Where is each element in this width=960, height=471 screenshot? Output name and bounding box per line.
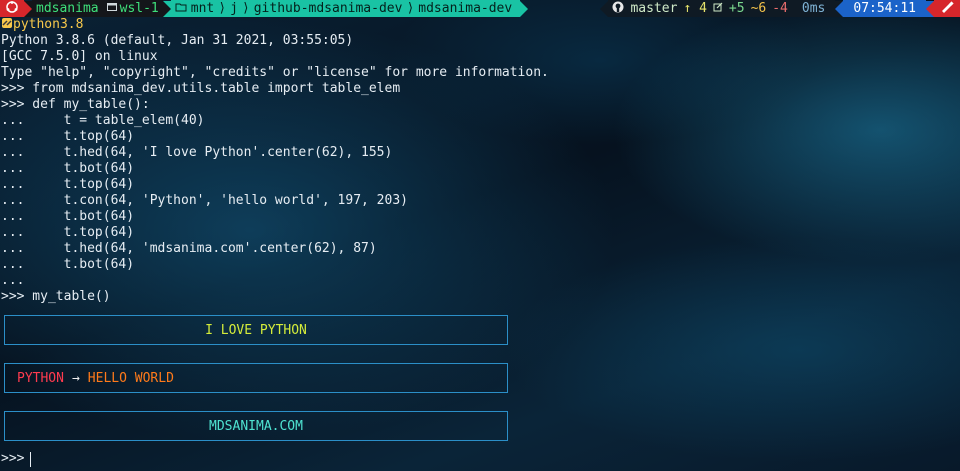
terminal-line: ... t.top(64) — [1, 225, 135, 240]
battery-segment — [934, 0, 960, 17]
clock: 07:54:11 — [853, 1, 916, 16]
terminal-line: ... t.top(64) — [1, 177, 135, 192]
terminal-line: ... t.top(64) — [1, 129, 135, 144]
segment-separator — [162, 0, 171, 17]
terminal-line: [GCC 7.5.0] on linux — [1, 49, 158, 64]
git-added: +5 — [728, 1, 745, 16]
terminal-line: ... t.bot(64) — [1, 257, 135, 272]
terminal-line: Type "help", "copyright", "credits" or "… — [1, 65, 549, 80]
terminal-line: ... t.con(64, 'Python', 'hello world', 1… — [1, 193, 408, 208]
hostname: wsl-1 — [119, 1, 159, 16]
edit-icon — [713, 1, 723, 16]
path-separator: ⟩ — [241, 1, 250, 16]
terminal-line: ... t.bot(64) — [1, 209, 135, 224]
table-cell-left: PYTHON — [17, 370, 64, 386]
terminal-line: python3.8 — [1, 17, 549, 33]
github-icon — [612, 1, 624, 17]
ubuntu-icon — [6, 1, 18, 16]
git-branch: master — [630, 1, 678, 16]
prompt-marker: >>> — [1, 451, 25, 466]
terminal-line: ... t.hed(64, 'mdsanima.com'.center(62),… — [1, 241, 377, 256]
terminal-line: ... t = table_elem(40) — [1, 113, 205, 128]
python-icon — [1, 17, 13, 29]
os-segment — [0, 0, 24, 17]
segment-separator — [926, 0, 934, 17]
git-deleted: -4 — [772, 1, 788, 16]
path-part: github-mdsanima-dev — [253, 1, 403, 16]
path-separator: ⟩ — [406, 1, 415, 16]
table-text: I LOVE PYTHON — [205, 322, 307, 338]
username: mdsanima — [36, 1, 99, 16]
battery-icon — [940, 0, 954, 17]
exec-time-segment: 0ms — [791, 0, 836, 17]
segment-separator — [24, 0, 32, 17]
host-segment: wsl-1 — [102, 0, 163, 17]
table-header-site: MDSANIMA.COM — [4, 411, 508, 441]
terminal-line: >>> def my_table(): — [1, 97, 150, 112]
path-part: mdsanima-dev — [418, 1, 513, 16]
git-ahead: ↑ 4 — [683, 1, 707, 16]
table-cell-right: HELLO WORLD — [87, 370, 174, 386]
terminal-line: ... t.hed(64, 'I love Python'.center(62)… — [1, 145, 393, 160]
table-content-row: PYTHON → HELLO WORLD — [4, 363, 508, 393]
terminal-line: Python 3.8.6 (default, Jan 31 2021, 03:5… — [1, 33, 354, 48]
terminal-output: python3.8 Python 3.8.6 (default, Jan 31 … — [0, 17, 550, 305]
terminal-line: ... t.bot(64) — [1, 161, 135, 176]
table-header-python: I LOVE PYTHON — [4, 315, 508, 345]
exec-time: 0ms — [801, 1, 826, 16]
path-segment: mnt ⟩ j ⟩ github-mdsanima-dev ⟩ mdsanima… — [170, 0, 521, 17]
user-segment: mdsanima — [32, 0, 103, 17]
path-part: j — [230, 1, 238, 16]
segment-separator — [600, 0, 609, 17]
segment-separator — [835, 0, 844, 17]
terminal-line: >>> from mdsanima_dev.utils.table import… — [1, 81, 401, 96]
clock-segment: 07:54:11 — [843, 0, 926, 17]
git-modified: ~6 — [750, 1, 767, 16]
table-text: MDSANIMA.COM — [209, 418, 303, 434]
path-separator: ⟩ — [218, 1, 227, 16]
terminal-window: mdsanima wsl-1 mnt ⟩ j ⟩ github-mdsanima… — [0, 0, 960, 471]
terminal-line: ... — [1, 273, 25, 288]
input-prompt[interactable]: >>> — [1, 451, 32, 467]
arrow-icon: → — [71, 370, 80, 386]
prompt-bar: mdsanima wsl-1 mnt ⟩ j ⟩ github-mdsanima… — [0, 0, 960, 17]
text-cursor — [30, 451, 32, 467]
git-segment: master ↑ 4 +5 ~6 -4 — [608, 0, 792, 17]
path-part: mnt — [190, 1, 215, 16]
folder-icon — [175, 1, 187, 16]
terminal-line: >>> my_table() — [1, 289, 111, 304]
terminal-icon — [106, 1, 117, 16]
segment-separator — [520, 0, 529, 17]
